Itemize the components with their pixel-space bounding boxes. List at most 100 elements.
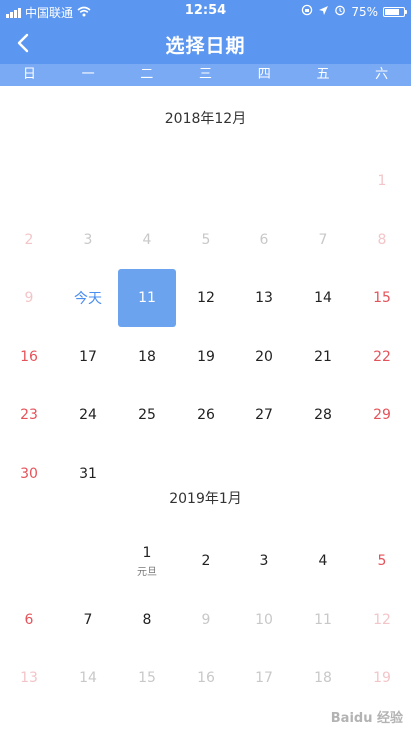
lock-rotation-icon <box>301 4 313 19</box>
day-cell[interactable]: 12 <box>177 269 235 327</box>
day-label: 23 <box>20 407 38 423</box>
day-label: 28 <box>314 407 332 423</box>
day-label: 4 <box>142 232 152 248</box>
day-cell[interactable]: 19 <box>177 328 235 386</box>
day-label: 19 <box>373 670 391 686</box>
day-cell[interactable]: 23 <box>0 386 58 444</box>
month-title: 2019年1月 <box>169 491 242 507</box>
day-cell[interactable]: 26 <box>177 386 235 444</box>
day-cell[interactable]: 14 <box>294 269 352 327</box>
day-cell[interactable]: 6 <box>0 591 58 649</box>
day-cell: 24 <box>235 708 293 730</box>
day-label: 17 <box>255 670 273 686</box>
day-label: 2 <box>201 553 211 569</box>
day-cell[interactable]: 5 <box>353 532 411 590</box>
month-title: 2018年12月 <box>164 111 247 127</box>
day-label: 10 <box>255 612 273 628</box>
day-label: 14 <box>79 670 97 686</box>
day-cell: 12 <box>353 591 411 649</box>
day-cell[interactable]: 16 <box>0 328 58 386</box>
day-label: 27 <box>255 407 273 423</box>
alarm-icon <box>334 4 346 19</box>
holiday-label: 元旦 <box>137 566 157 578</box>
day-label: 9 <box>201 612 211 628</box>
day-cell[interactable]: 18 <box>118 328 176 386</box>
day-cell: 10 <box>235 591 293 649</box>
day-cell[interactable]: 25 <box>118 386 176 444</box>
day-cell: 13 <box>0 649 58 707</box>
day-label: 5 <box>201 232 211 248</box>
day-cell[interactable]: 7 <box>59 591 117 649</box>
day-label: 19 <box>197 349 215 365</box>
day-label: 31 <box>79 466 97 482</box>
weekday-thu: 四 <box>257 67 271 82</box>
day-cell[interactable]: 3 <box>235 532 293 590</box>
day-cell[interactable]: 20 <box>235 328 293 386</box>
day-cell[interactable]: 8 <box>118 591 176 649</box>
day-label: 12 <box>197 290 215 306</box>
day-cell: 23 <box>177 708 235 730</box>
day-cell[interactable]: 17 <box>59 328 117 386</box>
day-label: 今天 <box>74 291 102 307</box>
day-label: 9 <box>24 290 34 306</box>
day-cell: 20 <box>0 708 58 730</box>
day-cell[interactable]: 29 <box>353 386 411 444</box>
day-label: 16 <box>197 670 215 686</box>
status-bar: 中国联通 12:54 75% <box>0 0 411 22</box>
day-label: 22 <box>373 349 391 365</box>
weekday-fri: 五 <box>316 67 330 82</box>
day-cell[interactable]: 13 <box>235 269 293 327</box>
page-title: 选择日期 <box>165 35 246 57</box>
day-label: 13 <box>20 670 38 686</box>
day-cell: 18 <box>294 649 352 707</box>
day-label: 2 <box>24 232 34 248</box>
day-cell: 5 <box>177 211 235 269</box>
day-label: 8 <box>377 232 387 248</box>
day-label: 21 <box>314 349 332 365</box>
weekday-sat: 六 <box>375 67 389 82</box>
day-cell: 15 <box>118 649 176 707</box>
day-cell[interactable]: 21 <box>294 328 352 386</box>
day-label: 7 <box>318 232 328 248</box>
location-icon <box>318 5 329 19</box>
day-cell[interactable]: 22 <box>353 328 411 386</box>
day-cell: 26 <box>353 708 411 730</box>
weekday-mon: 一 <box>81 67 95 82</box>
day-cell[interactable]: 4 <box>294 532 352 590</box>
battery-percent: 75% <box>351 4 378 19</box>
day-cell[interactable]: 1 元旦 <box>118 532 176 590</box>
day-label: 12 <box>373 612 391 628</box>
day-cell[interactable]: 27 <box>235 386 293 444</box>
day-cell: 6 <box>235 211 293 269</box>
day-label: 4 <box>318 553 328 569</box>
day-label: 15 <box>138 670 156 686</box>
day-cell-selected[interactable]: 11 <box>118 269 176 327</box>
day-cell: 16 <box>177 649 235 707</box>
day-cell: 3 <box>59 211 117 269</box>
day-label: 5 <box>377 553 387 569</box>
day-cell[interactable]: 28 <box>294 386 352 444</box>
day-cell-today[interactable]: 今天 <box>59 269 117 327</box>
day-label: 3 <box>259 553 269 569</box>
day-label: 29 <box>373 407 391 423</box>
day-label: 1 <box>142 544 152 561</box>
status-right: 75% <box>301 4 407 19</box>
day-cell: 14 <box>59 649 117 707</box>
day-label: 1 <box>377 173 387 189</box>
day-label: 24 <box>79 407 97 423</box>
day-label: 11 <box>314 612 332 628</box>
nav-bar: 选择日期 <box>0 22 411 64</box>
weekday-sun: 日 <box>22 67 36 82</box>
day-cell: 4 <box>118 211 176 269</box>
day-cell: 17 <box>235 649 293 707</box>
day-label: 25 <box>138 407 156 423</box>
day-cell: 22 <box>118 708 176 730</box>
calendar-scroll[interactable]: 2018年12月 1 2 3 4 5 6 7 8 9 今天 11 12 13 14 15 16 17 18 19 20 2… <box>0 86 411 730</box>
day-cell: 9 <box>0 269 58 327</box>
day-cell[interactable]: 24 <box>59 386 117 444</box>
day-cell[interactable]: 15 <box>353 269 411 327</box>
day-cell[interactable]: 2 <box>177 532 235 590</box>
day-cell: 8 <box>353 211 411 269</box>
day-cell: 9 <box>177 591 235 649</box>
weekday-wed: 三 <box>199 67 213 82</box>
